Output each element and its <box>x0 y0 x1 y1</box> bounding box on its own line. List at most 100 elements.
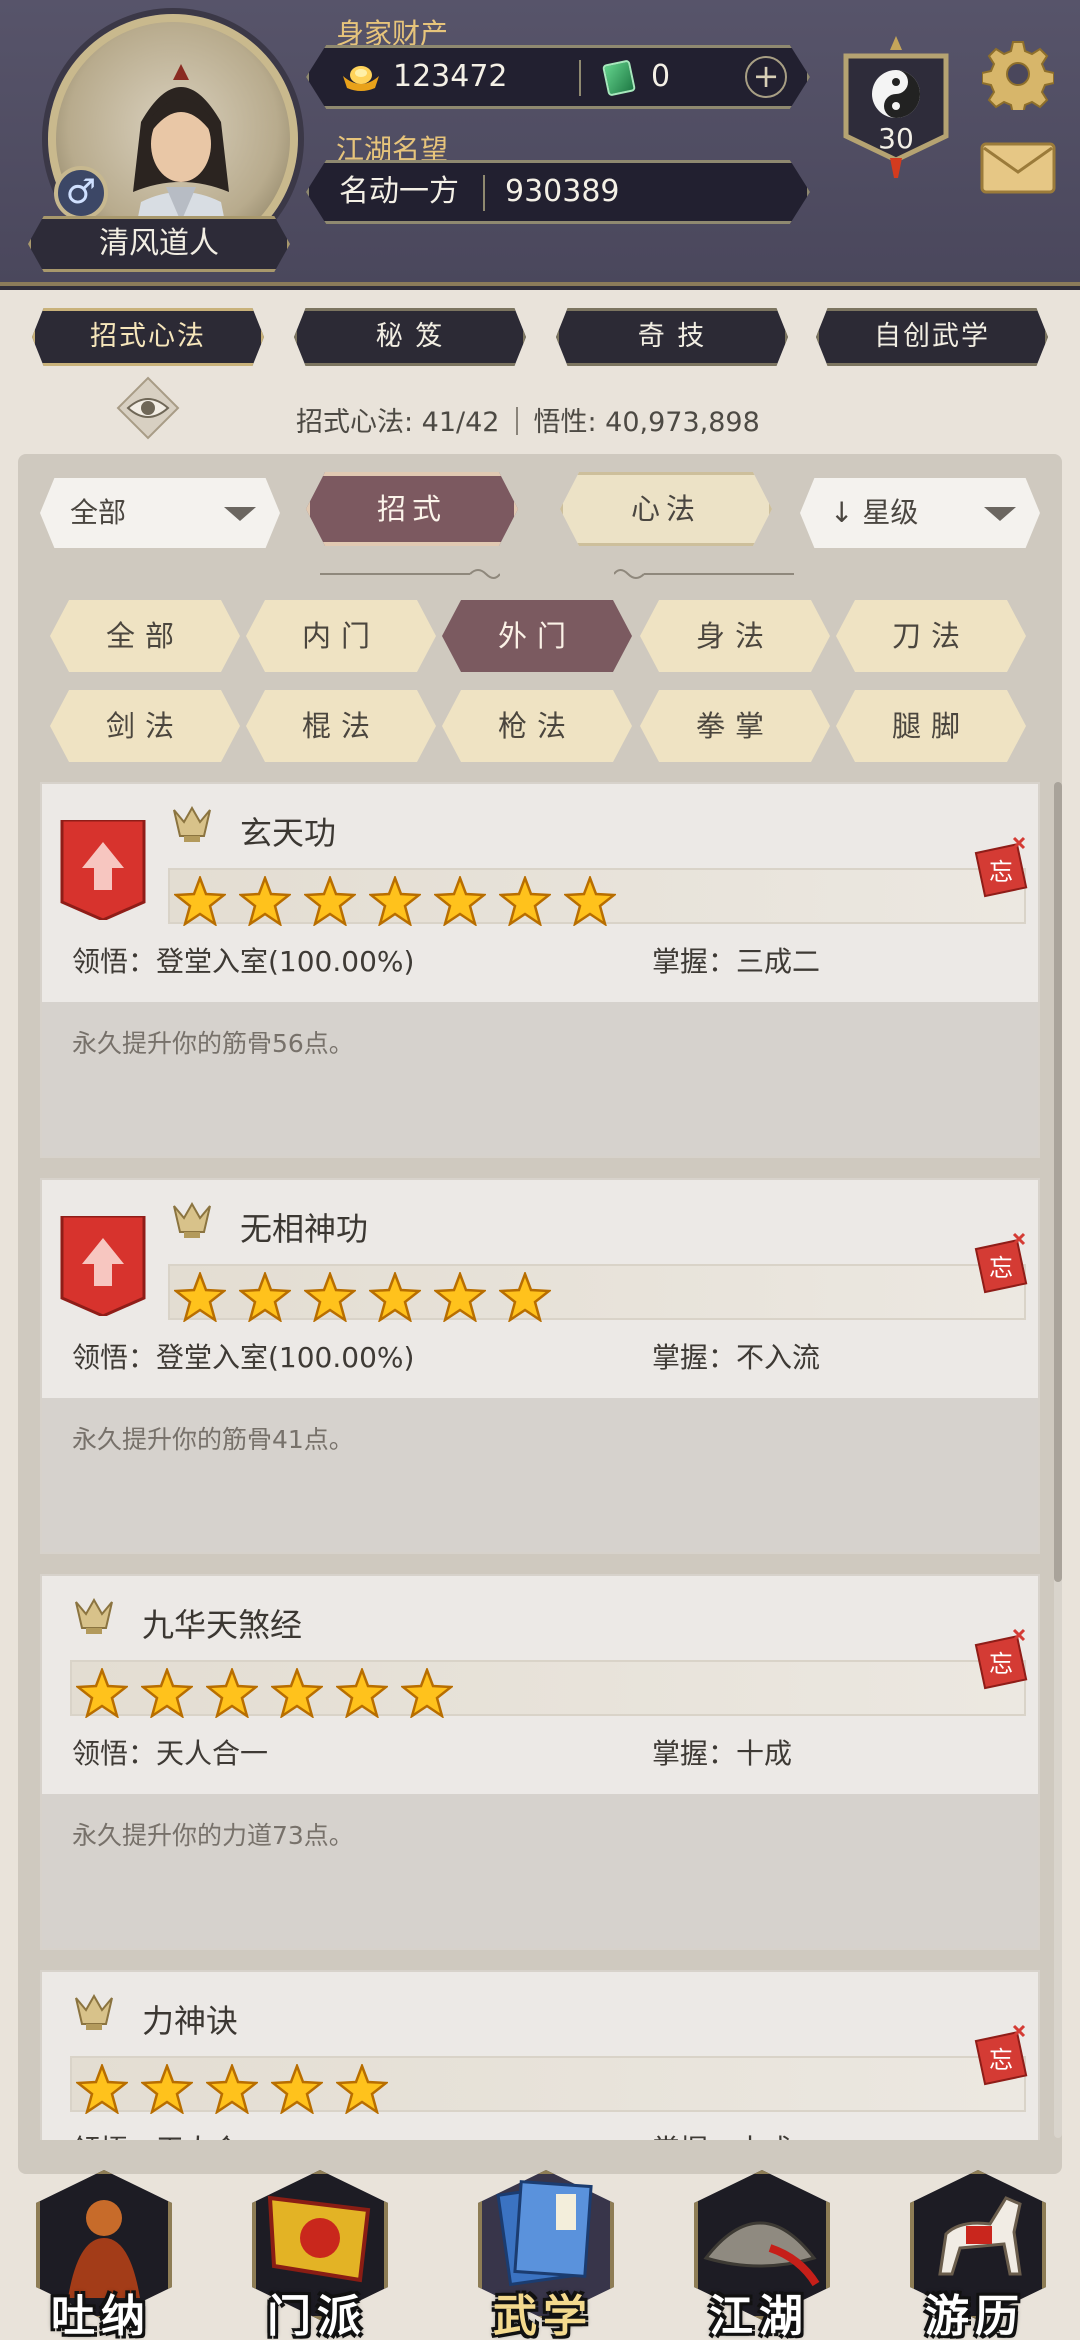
star-icon <box>336 2064 388 2114</box>
star-icon <box>76 2064 128 2114</box>
fame-divider <box>483 175 485 211</box>
tab-moves-and-arts[interactable]: 招式心法 <box>32 308 264 366</box>
skill-list[interactable]: 玄天功 领悟：登堂入室(100.00%) 掌握：三成二 永久提升你的筋骨56点。… <box>40 782 1050 2140</box>
mastery-text: 掌握：三成二 <box>652 945 821 978</box>
star-icon <box>434 876 486 926</box>
mail-envelope-icon[interactable] <box>980 140 1056 196</box>
star-icon <box>434 1272 486 1322</box>
tab-special-skills[interactable]: 奇 技 <box>556 308 788 366</box>
star-icon <box>271 2064 323 2114</box>
forget-skill-button[interactable]: 忘 <box>974 1230 1030 1294</box>
skill-description: 永久提升你的筋骨56点。 <box>72 1029 354 1058</box>
forget-skill-button[interactable]: 忘 <box>974 1626 1030 1690</box>
nav-jianghu[interactable]: 江湖 <box>664 2148 854 2340</box>
forget-label: 忘 <box>989 858 1013 886</box>
filter-spear[interactable]: 枪法 <box>442 690 632 762</box>
skill-count: 招式心法: 41/42 <box>296 407 500 438</box>
grade-emblem-icon <box>75 1994 113 2030</box>
skill-card[interactable]: 玄天功 领悟：登堂入室(100.00%) 掌握：三成二 永久提升你的筋骨56点。… <box>40 782 1040 1158</box>
filter-movement[interactable]: 身法 <box>640 600 830 672</box>
jade-amount: 0 <box>651 59 671 94</box>
forget-label: 忘 <box>989 1254 1013 1282</box>
divider-ornament-left <box>320 569 500 579</box>
star-rating <box>70 2056 1026 2114</box>
category-dropdown-value: 全部 <box>70 496 127 529</box>
jade-icon <box>601 59 637 97</box>
filter-fist-palm[interactable]: 拳掌 <box>640 690 830 762</box>
comprehension-text: 领悟：天人合一 <box>72 2128 268 2140</box>
star-icon <box>271 1668 323 1718</box>
wealth-divider <box>579 60 581 96</box>
divider-ornament-right <box>614 569 794 579</box>
bottom-navigation: 吐纳 门派 武学 江湖 游历 <box>0 2148 1080 2340</box>
gold-amount: 123472 <box>393 59 508 94</box>
star-icon <box>141 2064 193 2114</box>
skill-name: 九华天煞经 <box>142 1606 303 1644</box>
nav-breathing[interactable]: 吐纳 <box>6 2148 196 2340</box>
filter-kick[interactable]: 腿脚 <box>836 690 1026 762</box>
filter-inner-school[interactable]: 内门 <box>246 600 436 672</box>
mastery-text: 掌握：不入流 <box>652 1341 821 1374</box>
heart-method-segment-button[interactable]: 心法 <box>560 472 772 546</box>
category-dropdown[interactable]: 全部 <box>40 478 280 548</box>
sort-dropdown[interactable]: ↓ 星级 <box>800 478 1040 548</box>
upgrade-banner-icon <box>60 1216 146 1316</box>
star-icon <box>174 1272 226 1322</box>
star-icon <box>336 1668 388 1718</box>
forget-skill-button[interactable]: 忘 <box>974 834 1030 898</box>
tab-custom-martial-arts[interactable]: 自创武学 <box>816 308 1048 366</box>
scrollbar-thumb[interactable] <box>1054 782 1062 1582</box>
star-icon <box>369 876 421 926</box>
skill-name: 玄天功 <box>240 814 337 852</box>
skill-card[interactable]: 九华天煞经 领悟：天人合一 掌握：十成 永久提升你的力道73点。 忘 <box>40 1574 1040 1950</box>
star-icon <box>401 1668 453 1718</box>
eye-icon[interactable] <box>116 376 180 440</box>
skill-card[interactable]: 力神诀 领悟：天人合一 掌握：十成 忘 <box>40 1970 1040 2140</box>
nav-sect[interactable]: 门派 <box>222 2148 412 2340</box>
settings-gear-icon[interactable] <box>982 38 1054 110</box>
skill-name: 力神诀 <box>142 2002 239 2040</box>
filter-all[interactable]: 全部 <box>50 600 240 672</box>
nav-martial-arts[interactable]: 武学 <box>448 2148 638 2340</box>
add-currency-button[interactable]: + <box>745 56 787 98</box>
sort-dropdown-value: 星级 <box>862 496 919 529</box>
nav-label: 武学 <box>493 2291 593 2340</box>
star-rating <box>168 1264 1026 1322</box>
nav-label: 游历 <box>925 2291 1025 2340</box>
filter-saber[interactable]: 刀法 <box>836 600 1026 672</box>
level-badge[interactable]: 30 <box>838 36 954 180</box>
chevron-down-icon <box>984 507 1016 521</box>
fame-title: 名动一方 <box>339 174 459 209</box>
gender-icon: ♂ <box>54 166 108 220</box>
player-name: 清风道人 <box>28 216 290 272</box>
star-icon <box>304 1272 356 1322</box>
skill-card[interactable]: 无相神功 领悟：登堂入室(100.00%) 掌握：不入流 永久提升你的筋骨41点… <box>40 1178 1040 1554</box>
comprehension-text: 领悟：登堂入室(100.00%) <box>72 945 415 978</box>
nav-label: 门派 <box>267 2291 367 2340</box>
star-icon <box>76 1668 128 1718</box>
tab-secret-manuals[interactable]: 秘 笈 <box>294 308 526 366</box>
mastery-text: 掌握：十成 <box>652 2128 792 2140</box>
star-icon <box>174 876 226 926</box>
filter-staff[interactable]: 棍法 <box>246 690 436 762</box>
straw-hat-icon <box>703 2221 820 2287</box>
forget-label: 忘 <box>989 1650 1013 1678</box>
forget-skill-button[interactable]: 忘 <box>974 2022 1030 2086</box>
gold-ingot-icon <box>343 66 379 91</box>
star-icon <box>141 1668 193 1718</box>
filter-outer-school[interactable]: 外门 <box>442 600 632 672</box>
fame-bar: 名动一方 930389 <box>306 160 810 224</box>
star-icon <box>206 1668 258 1718</box>
skill-stats: 招式心法: 41/42 悟性: 40,973,898 <box>296 400 760 439</box>
filter-sword[interactable]: 剑法 <box>50 690 240 762</box>
comprehension-text: 领悟：登堂入室(100.00%) <box>72 1341 415 1374</box>
nav-label: 江湖 <box>709 2291 809 2340</box>
star-icon <box>499 876 551 926</box>
sort-arrow-icon: ↓ <box>830 496 854 529</box>
nav-travel[interactable]: 游历 <box>880 2148 1070 2340</box>
grade-emblem-icon <box>173 1202 211 1238</box>
star-icon <box>564 876 616 926</box>
skill-name: 无相神功 <box>240 1210 369 1248</box>
grade-emblem-icon <box>173 806 211 842</box>
moves-segment-button[interactable]: 招式 <box>306 472 518 546</box>
